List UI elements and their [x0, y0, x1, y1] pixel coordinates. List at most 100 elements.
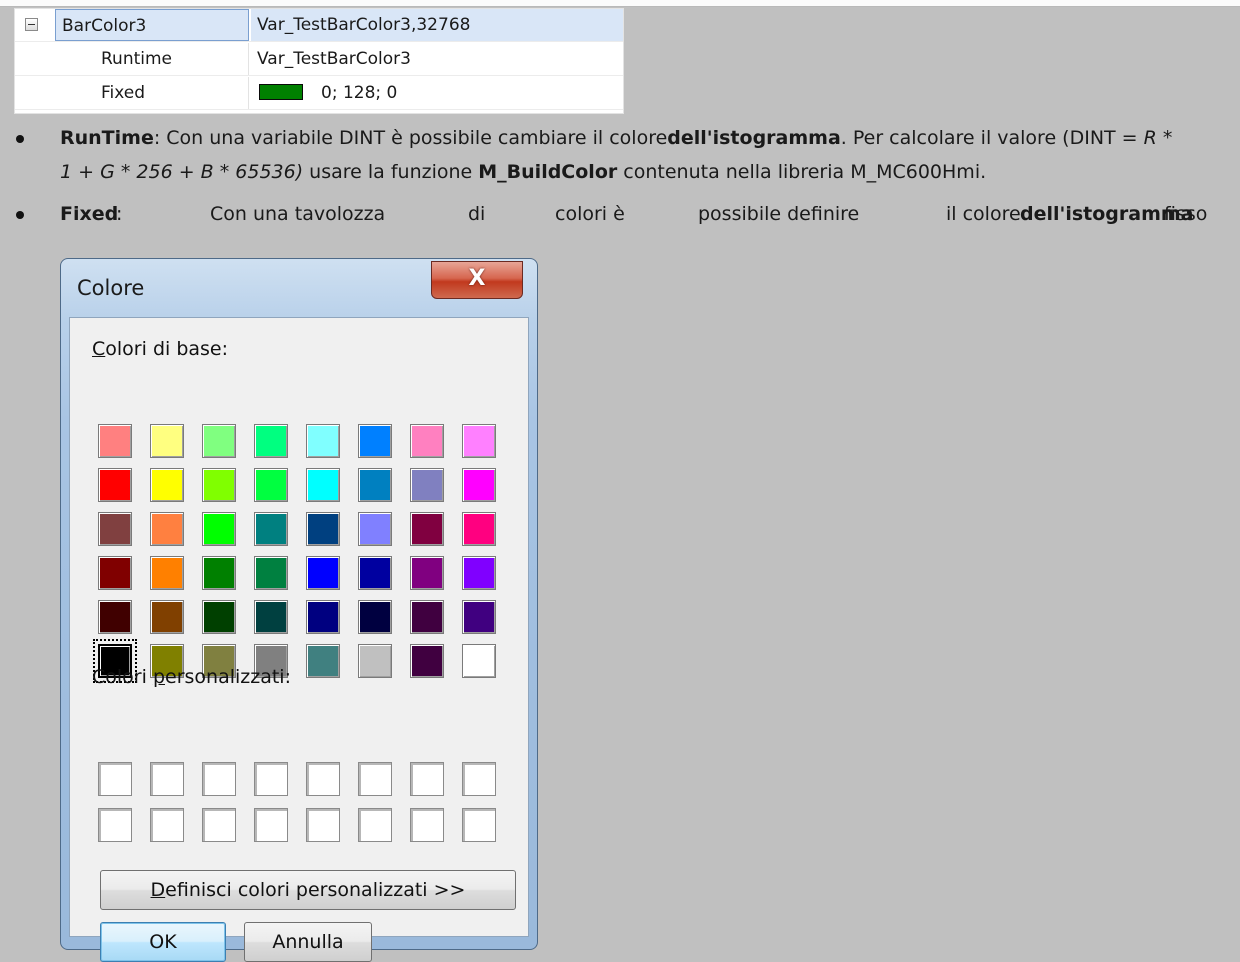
- basic-color-swatch[interactable]: [202, 556, 236, 590]
- basic-color-swatch[interactable]: [150, 512, 184, 546]
- custom-color-swatch[interactable]: [358, 808, 392, 842]
- label-text: olori di base:: [105, 338, 229, 360]
- basic-color-swatch[interactable]: [410, 512, 444, 546]
- basic-color-swatch[interactable]: [98, 468, 132, 502]
- basic-color-swatch[interactable]: [410, 556, 444, 590]
- dialog-title: Colore: [77, 276, 145, 300]
- mnemonic: C: [92, 338, 106, 360]
- collapse-minus-icon[interactable]: [25, 18, 38, 31]
- top-divider: [0, 0, 1240, 7]
- custom-color-swatch[interactable]: [306, 762, 340, 796]
- basic-color-swatch[interactable]: [462, 468, 496, 502]
- formula-text: 1 + G * 256 + B * 65536): [60, 161, 304, 183]
- basic-color-swatch[interactable]: [150, 424, 184, 458]
- mnemonic: D: [150, 879, 166, 901]
- custom-color-swatch[interactable]: [202, 808, 236, 842]
- basic-color-swatch[interactable]: [150, 468, 184, 502]
- basic-color-swatch[interactable]: [150, 600, 184, 634]
- dialog-client: Colori di base: Colori personalizzati: D…: [69, 317, 529, 962]
- bullet-dot: [16, 135, 24, 143]
- basic-color-swatch[interactable]: [462, 644, 496, 678]
- property-row-fixed[interactable]: Fixed 0; 128; 0: [15, 77, 623, 110]
- property-grid: BarColor3 Var_TestBarColor3,32768 Runtim…: [14, 8, 624, 114]
- basic-color-swatch[interactable]: [358, 424, 392, 458]
- basic-color-swatch[interactable]: [254, 600, 288, 634]
- basic-color-swatch[interactable]: [202, 600, 236, 634]
- property-name: Runtime: [15, 43, 249, 75]
- basic-color-swatch[interactable]: [306, 556, 340, 590]
- basic-color-swatch[interactable]: [98, 556, 132, 590]
- property-row-barcolor3[interactable]: BarColor3 Var_TestBarColor3,32768: [15, 9, 623, 42]
- mnemonic: p: [152, 666, 165, 688]
- color-swatch: [259, 84, 303, 100]
- bullet-dot: [16, 211, 24, 219]
- text: :: [116, 203, 123, 225]
- custom-color-swatch[interactable]: [150, 762, 184, 796]
- text: : Con una variabile DINT è possibile cam…: [153, 127, 668, 149]
- define-custom-colors-button[interactable]: Definisci colori personalizzati >>: [100, 870, 516, 910]
- basic-color-swatch[interactable]: [410, 644, 444, 678]
- basic-color-swatch[interactable]: [462, 512, 496, 546]
- custom-color-swatch[interactable]: [202, 762, 236, 796]
- cancel-button[interactable]: Annulla: [244, 922, 372, 962]
- basic-color-swatch[interactable]: [254, 424, 288, 458]
- function-name: M_BuildColor: [478, 161, 618, 183]
- basic-color-swatch[interactable]: [150, 556, 184, 590]
- custom-color-swatch[interactable]: [254, 808, 288, 842]
- custom-colors-label: Colori personalizzati:: [92, 666, 291, 688]
- color-dialog: Colore X Colori di base: Colori personal…: [60, 258, 538, 962]
- basic-color-swatch[interactable]: [254, 512, 288, 546]
- basic-color-swatch[interactable]: [462, 424, 496, 458]
- custom-color-swatch[interactable]: [358, 762, 392, 796]
- custom-color-swatch[interactable]: [98, 808, 132, 842]
- text: possibile definire: [698, 203, 860, 225]
- custom-color-swatch[interactable]: [410, 762, 444, 796]
- basic-color-swatch[interactable]: [98, 512, 132, 546]
- basic-color-swatch[interactable]: [358, 468, 392, 502]
- basic-color-swatch[interactable]: [358, 644, 392, 678]
- close-icon: X: [468, 266, 486, 291]
- property-value[interactable]: Var_TestBarColor3: [251, 43, 623, 75]
- basic-color-swatch[interactable]: [254, 556, 288, 590]
- text: il colore: [946, 203, 1021, 225]
- basic-color-swatch[interactable]: [462, 556, 496, 590]
- basic-color-swatch[interactable]: [202, 468, 236, 502]
- basic-color-swatch[interactable]: [358, 600, 392, 634]
- basic-color-swatch[interactable]: [306, 512, 340, 546]
- text: usare la funzione: [303, 161, 479, 183]
- basic-color-swatch[interactable]: [410, 600, 444, 634]
- button-label: efinisci colori personalizzati >>: [165, 879, 466, 901]
- property-row-runtime[interactable]: Runtime Var_TestBarColor3: [15, 43, 623, 76]
- custom-color-swatch[interactable]: [462, 808, 496, 842]
- property-value-fixed[interactable]: 0; 128; 0: [251, 77, 623, 109]
- custom-color-swatch[interactable]: [98, 762, 132, 796]
- basic-color-swatch[interactable]: [358, 512, 392, 546]
- basic-color-swatch[interactable]: [306, 424, 340, 458]
- custom-color-swatch[interactable]: [306, 808, 340, 842]
- property-name: Fixed: [15, 77, 249, 109]
- basic-color-swatch[interactable]: [358, 556, 392, 590]
- basic-color-swatch[interactable]: [410, 424, 444, 458]
- formula-text: R *: [1143, 127, 1173, 149]
- basic-color-swatch[interactable]: [98, 424, 132, 458]
- basic-color-swatch[interactable]: [202, 424, 236, 458]
- basic-color-swatch[interactable]: [306, 600, 340, 634]
- basic-color-swatch[interactable]: [254, 468, 288, 502]
- basic-color-swatch[interactable]: [410, 468, 444, 502]
- text: di: [468, 203, 486, 225]
- close-button[interactable]: X: [431, 261, 523, 299]
- ok-button[interactable]: OK: [100, 922, 226, 962]
- basic-color-swatch[interactable]: [202, 512, 236, 546]
- basic-color-swatch[interactable]: [306, 644, 340, 678]
- custom-color-swatch[interactable]: [254, 762, 288, 796]
- bullet-line-2: 1 + G * 256 + B * 65536) usare la funzio…: [60, 158, 986, 186]
- text: colori è: [555, 203, 625, 225]
- term-runtime: RunTime: [60, 127, 154, 149]
- basic-color-swatch[interactable]: [306, 468, 340, 502]
- property-value[interactable]: Var_TestBarColor3,32768: [251, 9, 623, 41]
- basic-color-swatch[interactable]: [98, 600, 132, 634]
- basic-color-swatch[interactable]: [462, 600, 496, 634]
- custom-color-swatch[interactable]: [462, 762, 496, 796]
- custom-color-swatch[interactable]: [410, 808, 444, 842]
- custom-color-swatch[interactable]: [150, 808, 184, 842]
